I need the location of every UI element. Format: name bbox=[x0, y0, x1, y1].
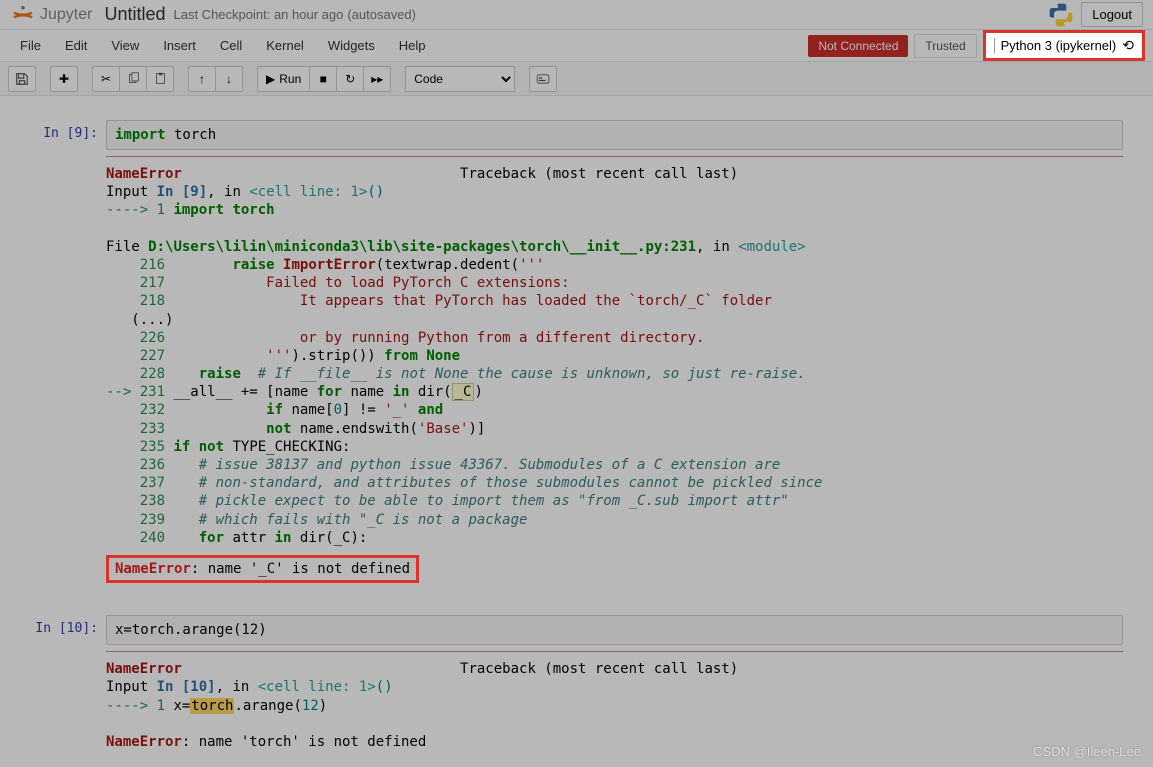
header-bar: Jupyter Untitled Last Checkpoint: an hou… bbox=[0, 0, 1153, 30]
menu-edit[interactable]: Edit bbox=[53, 32, 99, 59]
code-cell[interactable]: In [10]: x=torch.arange(12) bbox=[30, 615, 1123, 645]
autosaved-text: (autosaved) bbox=[347, 7, 416, 22]
input-prompt: In [10]: bbox=[30, 615, 106, 645]
code-cell[interactable]: In [9]: import torch bbox=[30, 120, 1123, 150]
toolbar: ✚ ✂ ↑ ↓ ▶ Run ■ ↻ ▸▸ Code bbox=[0, 62, 1153, 96]
input-prompt: In [9]: bbox=[30, 120, 106, 150]
restart-button[interactable]: ↻ bbox=[336, 66, 364, 92]
menu-view[interactable]: View bbox=[99, 32, 151, 59]
output-area: NameError Traceback (most recent call la… bbox=[106, 156, 1123, 583]
menu-cell[interactable]: Cell bbox=[208, 32, 254, 59]
code-input[interactable]: x=torch.arange(12) bbox=[106, 615, 1123, 645]
menu-file[interactable]: File bbox=[8, 32, 53, 59]
move-down-button[interactable]: ↓ bbox=[215, 66, 243, 92]
add-cell-button[interactable]: ✚ bbox=[50, 66, 78, 92]
command-palette-button[interactable] bbox=[529, 66, 557, 92]
run-button[interactable]: ▶ Run bbox=[257, 66, 310, 92]
notebook-title[interactable]: Untitled bbox=[104, 4, 165, 25]
copy-button[interactable] bbox=[119, 66, 147, 92]
python-icon bbox=[1047, 1, 1075, 29]
menubar: File Edit View Insert Cell Kernel Widget… bbox=[0, 30, 1153, 62]
notebook-area: In [9]: import torch NameError Traceback… bbox=[0, 96, 1153, 751]
trusted-badge[interactable]: Trusted bbox=[914, 34, 976, 58]
code-input[interactable]: import torch bbox=[106, 120, 1123, 150]
kernel-link-icon: ⟲ bbox=[1122, 37, 1134, 54]
kernel-indicator[interactable]: Python 3 (ipykernel) ⟲ bbox=[983, 30, 1145, 61]
watermark: CSDN @Ileen-Lee bbox=[1033, 744, 1141, 759]
logout-button[interactable]: Logout bbox=[1081, 2, 1143, 27]
run-label: Run bbox=[279, 72, 301, 86]
kernel-name: Python 3 (ipykernel) bbox=[994, 38, 1117, 53]
logo-text: Jupyter bbox=[40, 6, 92, 24]
menu-insert[interactable]: Insert bbox=[151, 32, 208, 59]
jupyter-logo[interactable]: Jupyter bbox=[10, 2, 92, 28]
cell-type-select[interactable]: Code bbox=[405, 66, 515, 92]
not-connected-badge[interactable]: Not Connected bbox=[808, 35, 908, 57]
jupyter-icon bbox=[10, 2, 36, 28]
menu-help[interactable]: Help bbox=[387, 32, 438, 59]
cut-button[interactable]: ✂ bbox=[92, 66, 120, 92]
interrupt-button[interactable]: ■ bbox=[309, 66, 337, 92]
output-area: NameError Traceback (most recent call la… bbox=[106, 651, 1123, 751]
checkpoint-text: Last Checkpoint: an hour ago bbox=[174, 7, 344, 22]
save-button[interactable] bbox=[8, 66, 36, 92]
restart-run-all-button[interactable]: ▸▸ bbox=[363, 66, 391, 92]
menu-kernel[interactable]: Kernel bbox=[254, 32, 316, 59]
move-up-button[interactable]: ↑ bbox=[188, 66, 216, 92]
menu-widgets[interactable]: Widgets bbox=[316, 32, 387, 59]
paste-button[interactable] bbox=[146, 66, 174, 92]
error-highlight-box: NameError: name '_C' is not defined bbox=[106, 555, 419, 583]
